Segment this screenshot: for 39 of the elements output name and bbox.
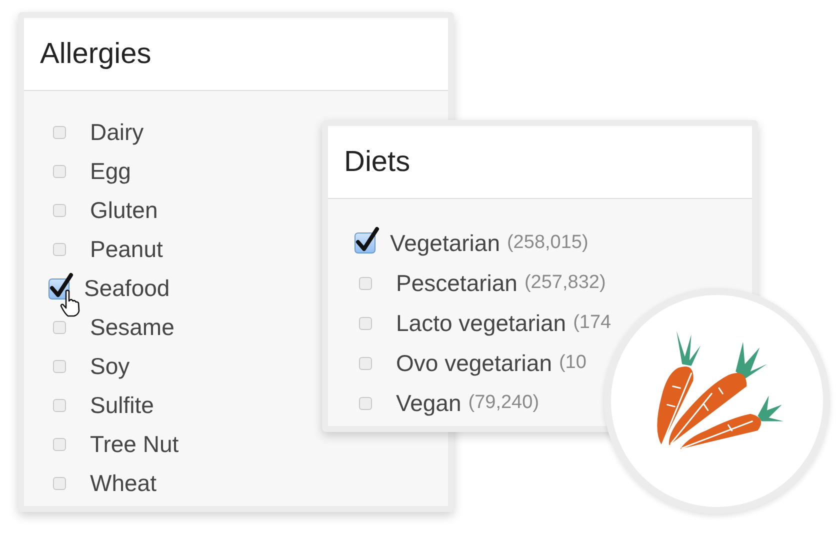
checkbox[interactable] [53, 204, 66, 217]
option-label: Egg [90, 158, 131, 185]
checkbox[interactable] [354, 226, 380, 254]
option-label: Sesame [90, 314, 174, 341]
option-count: (174 [573, 312, 612, 334]
option-label: Seafood [84, 275, 170, 302]
hand-cursor-icon [60, 289, 80, 317]
option-label: Tree Nut [90, 431, 179, 458]
option-label: Soy [90, 353, 130, 380]
option-count: (10 [558, 352, 586, 374]
option-label: Sulfite [90, 392, 154, 419]
option-label: Dairy [90, 119, 144, 146]
checkbox[interactable] [359, 396, 372, 410]
option-label: Pescetarian [396, 270, 518, 296]
option-label: Wheat [90, 470, 156, 497]
panel-title: Diets [344, 146, 410, 178]
option-count: (258,015) [506, 232, 588, 254]
option-label: Lacto vegetarian [396, 310, 566, 336]
option-label: Vegetarian [390, 230, 500, 256]
option-label: Vegan [396, 390, 462, 416]
option-count: (257,832) [524, 272, 606, 294]
checkbox[interactable] [53, 360, 66, 373]
checkbox[interactable] [359, 316, 372, 330]
checkbox[interactable] [53, 477, 66, 490]
checkbox[interactable] [53, 243, 66, 256]
checkbox[interactable] [48, 272, 74, 300]
checkbox[interactable] [53, 126, 66, 139]
carrots-icon [654, 329, 784, 449]
option-label: Ovo vegetarian [396, 350, 552, 376]
option-label: Gluten [90, 197, 158, 224]
option-label: Peanut [90, 236, 163, 263]
checkbox[interactable] [53, 438, 66, 451]
option-count: (79,240) [468, 392, 540, 414]
checkbox[interactable] [359, 356, 372, 370]
checkbox[interactable] [53, 321, 66, 334]
panel-title: Allergies [40, 38, 152, 70]
checkbox[interactable] [53, 165, 66, 178]
checkbox[interactable] [359, 276, 372, 290]
checkbox[interactable] [53, 399, 66, 412]
